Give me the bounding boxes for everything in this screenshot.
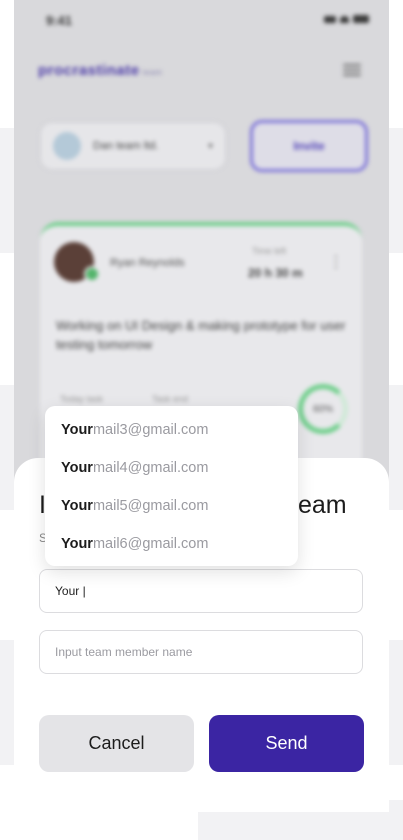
wifi-icon xyxy=(340,15,349,23)
email-field[interactable] xyxy=(39,569,363,613)
meta-label: Today task xyxy=(60,394,104,404)
card-user-name: Ryan Reynolds xyxy=(110,257,185,269)
sheet-title-end: eam xyxy=(298,491,347,519)
email-suggestions-dropdown: Your mail3@gmail.com Your mail4@gmail.com … xyxy=(45,406,298,566)
menu-icon[interactable] xyxy=(343,64,361,76)
meta-label: Task end xyxy=(152,394,189,404)
send-button[interactable]: Send xyxy=(209,715,364,772)
suggestion-item[interactable]: Your mail4@gmail.com xyxy=(45,449,298,487)
time-left-label: Time left xyxy=(252,246,287,256)
suggestion-item[interactable]: Your mail3@gmail.com xyxy=(45,411,298,449)
chevron-down-icon: ▾ xyxy=(207,141,213,152)
team-selector[interactable]: Dan team ltd. ▾ xyxy=(40,122,226,170)
team-name: Dan team ltd. xyxy=(93,140,159,152)
battery-icon xyxy=(353,15,369,23)
status-time: 9:41 xyxy=(46,13,73,28)
more-icon[interactable]: ⋮ xyxy=(328,252,344,272)
status-icons xyxy=(324,15,369,23)
online-status-dot xyxy=(84,266,100,282)
suggestion-item[interactable]: Your mail5@gmail.com xyxy=(45,487,298,525)
member-name-field[interactable] xyxy=(39,630,363,674)
progress-ring: 60% xyxy=(298,384,348,434)
signal-icon xyxy=(324,15,336,23)
app-logo: procrastinate team xyxy=(38,62,163,79)
cancel-button[interactable]: Cancel xyxy=(39,715,194,772)
task-description: Working on UI Design & making prototype … xyxy=(56,318,346,352)
time-left-value: 20 h 30 m xyxy=(248,266,303,280)
suggestion-item[interactable]: Your mail6@gmail.com xyxy=(45,525,298,563)
invite-button[interactable]: Invite xyxy=(250,120,368,172)
team-avatar xyxy=(53,132,81,160)
